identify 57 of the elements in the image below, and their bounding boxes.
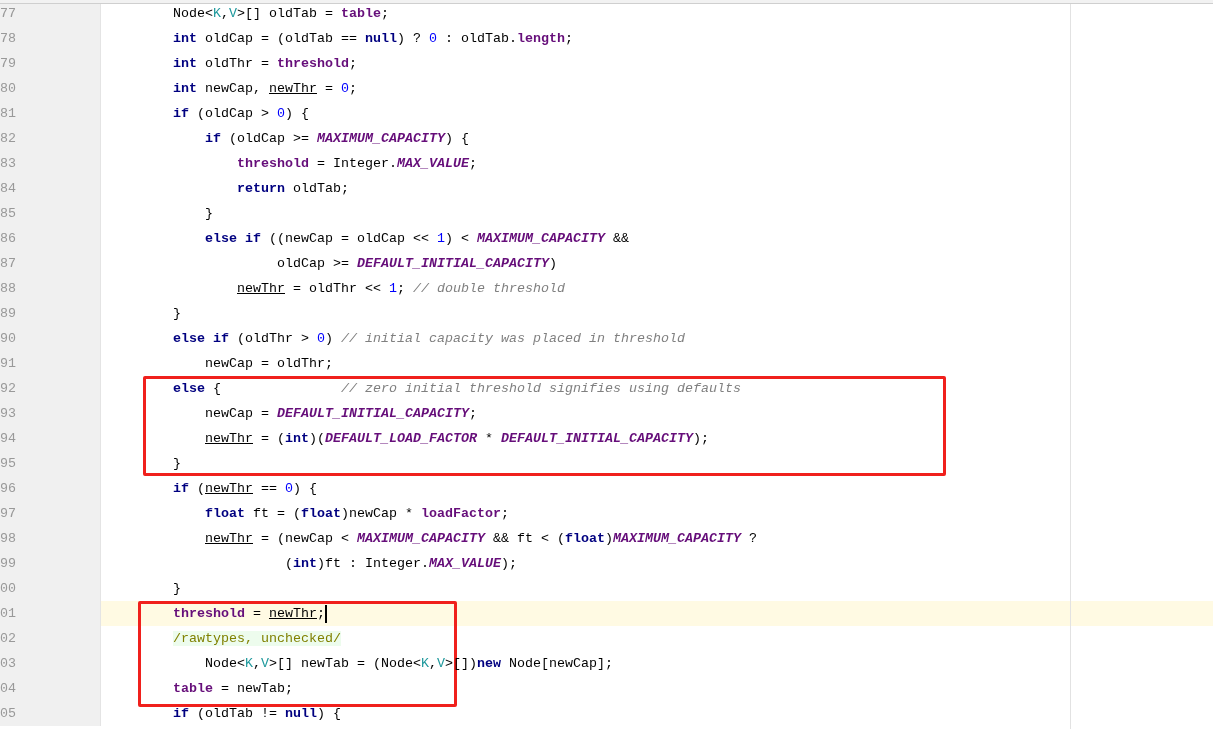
code-line: else { // zero initial threshold signifies using defaults <box>173 381 741 396</box>
line-number: 89 <box>0 306 16 321</box>
line-number: 02 <box>0 631 16 646</box>
line-number: 97 <box>0 506 16 521</box>
line-number: 79 <box>0 56 16 71</box>
code-line: } <box>205 206 213 221</box>
line-number: 04 <box>0 681 16 696</box>
code-line: if (newThr == 0) { <box>173 481 317 496</box>
code-line: } <box>173 581 181 596</box>
line-number: 78 <box>0 31 16 46</box>
code-line: else if (oldThr > 0) // initial capacity was placed in threshold <box>173 331 685 346</box>
line-number: 87 <box>0 256 16 271</box>
line-number: 80 <box>0 81 16 96</box>
code-line: if (oldTab != null) { <box>173 706 341 721</box>
code-line: else if ((newCap = oldCap << 1) < MAXIMUM_CAPACITY && <box>205 231 629 246</box>
code-line: } <box>173 306 181 321</box>
line-number: 90 <box>0 331 16 346</box>
code-line: int oldCap = (oldTab == null) ? 0 : oldTab.length; <box>173 31 573 46</box>
line-number: 99 <box>0 556 16 571</box>
line-number: 77 <box>0 6 16 21</box>
code-line: newThr = oldThr << 1; // double threshold <box>237 281 565 296</box>
code-line: table = newTab; <box>173 681 293 696</box>
code-line: (int)ft : Integer.MAX_VALUE); <box>285 556 517 571</box>
line-number: 00 <box>0 581 16 596</box>
line-number: 81 <box>0 106 16 121</box>
line-number: 85 <box>0 206 16 221</box>
line-number: 93 <box>0 406 16 421</box>
code-line: newCap = oldThr; <box>205 356 333 371</box>
code-line: newThr = (newCap < MAXIMUM_CAPACITY && ft < (float)MAXIMUM_CAPACITY ? <box>205 531 757 546</box>
code-line: threshold = Integer.MAX_VALUE; <box>237 156 477 171</box>
code-line: if (oldCap >= MAXIMUM_CAPACITY) { <box>205 131 469 146</box>
line-number: 94 <box>0 431 16 446</box>
line-number: 88 <box>0 281 16 296</box>
code-line: } <box>173 456 181 471</box>
code-line: threshold = newThr; <box>173 606 325 621</box>
code-line: if (oldCap > 0) { <box>173 106 309 121</box>
code-line: float ft = (float)newCap * loadFactor; <box>205 506 509 521</box>
code-line: int newCap, newThr = 0; <box>173 81 357 96</box>
line-number: 98 <box>0 531 16 546</box>
code-line: newThr = (int)(DEFAULT_LOAD_FACTOR * DEFAULT_INITIAL_CAPACITY); <box>205 431 709 446</box>
line-number: 05 <box>0 706 16 721</box>
line-number: 96 <box>0 481 16 496</box>
code-line: newCap = DEFAULT_INITIAL_CAPACITY; <box>205 406 477 421</box>
line-number: 83 <box>0 156 16 171</box>
code-line: int oldThr = threshold; <box>173 56 357 71</box>
line-number: 82 <box>0 131 16 146</box>
line-number: 92 <box>0 381 16 396</box>
line-number: 91 <box>0 356 16 371</box>
line-number: 01 <box>0 606 16 621</box>
line-number: 03 <box>0 656 16 671</box>
code-line: return oldTab; <box>237 181 349 196</box>
line-number: 84 <box>0 181 16 196</box>
line-number: 95 <box>0 456 16 471</box>
text-cursor <box>325 604 327 623</box>
code-line: Node<K,V>[] oldTab = table; <box>173 6 389 21</box>
line-number: 86 <box>0 231 16 246</box>
code-line: oldCap >= DEFAULT_INITIAL_CAPACITY) <box>277 256 557 271</box>
